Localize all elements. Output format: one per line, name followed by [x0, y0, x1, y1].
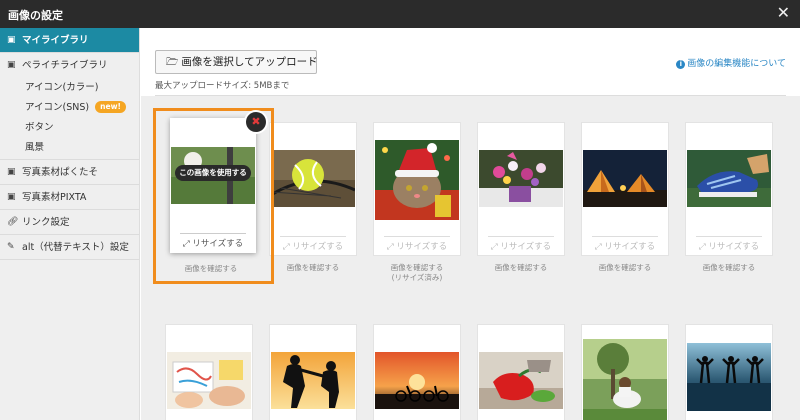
- divider: [488, 236, 554, 237]
- resize-label: リサイズする: [708, 242, 760, 252]
- confirm-image-link[interactable]: 画像を確認する: [263, 263, 363, 273]
- resize-button[interactable]: ⤢ リサイズする: [374, 240, 460, 252]
- image-card[interactable]: [581, 324, 669, 420]
- image-thumbnail[interactable]: [687, 150, 771, 207]
- sidebar-item-link-settings[interactable]: 🔗︎ リンク設定: [0, 210, 139, 235]
- sidebar-item-label: ペライチライブラリ: [22, 60, 108, 71]
- sidebar-subitem-icon-sns[interactable]: アイコン(SNS) new!: [0, 98, 139, 118]
- image-card[interactable]: [373, 324, 461, 420]
- resize-label: リサイズする: [500, 242, 552, 252]
- sidebar-item-label: マイライブラリ: [22, 35, 89, 46]
- resized-note: (リサイズ済み): [391, 273, 443, 282]
- image-thumbnail[interactable]: [479, 352, 563, 409]
- sidebar-subitem-label: ボタン: [25, 122, 54, 133]
- divider: [280, 236, 346, 237]
- image-card[interactable]: [477, 324, 565, 420]
- confirm-image-link[interactable]: 画像を確認する: [575, 263, 675, 273]
- sidebar-item-peraichi-library[interactable]: ▣ ペライチライブラリ: [0, 53, 139, 78]
- image-card[interactable]: ⤢ リサイズする: [685, 122, 773, 256]
- resize-button[interactable]: ⤢ リサイズする: [270, 240, 356, 252]
- info-icon: i: [676, 60, 686, 69]
- sidebar: ▣ マイライブラリ ▣ ペライチライブラリ アイコン(カラー) アイコン(SNS…: [0, 28, 140, 420]
- edit-feature-link-label: 画像の編集機能について: [687, 59, 786, 69]
- sidebar-subitem-label: 風景: [25, 142, 45, 153]
- pencil-icon: ✎: [7, 242, 15, 252]
- image-icon: ▣: [7, 35, 16, 45]
- sidebar-item-alt-settings[interactable]: ✎ alt（代替テキスト）設定: [0, 235, 139, 260]
- divider: [180, 233, 246, 234]
- new-badge: new!: [95, 101, 126, 113]
- image-thumbnail[interactable]: この画像を使用する: [171, 147, 255, 204]
- confirm-image-link[interactable]: 画像を確認する: [161, 263, 261, 274]
- image-icon: ▣: [7, 167, 16, 177]
- image-thumbnail[interactable]: [271, 352, 355, 409]
- divider: [592, 236, 658, 237]
- sidebar-subitem-scenery[interactable]: 風景: [0, 138, 139, 160]
- selected-image-card[interactable]: この画像を使用する ⤢ リサイズする: [170, 118, 256, 253]
- sidebar-item-my-library[interactable]: ▣ マイライブラリ: [0, 28, 139, 53]
- confirm-image-link[interactable]: 画像を確認する: [679, 263, 779, 273]
- image-thumbnail[interactable]: [583, 339, 667, 420]
- divider: [696, 236, 762, 237]
- image-thumbnail[interactable]: [375, 352, 459, 409]
- image-grid: ⤢ リサイズする 画像を確認する ⤢ リサイズする 画像を確認する (リサイズ済…: [141, 96, 800, 420]
- image-card[interactable]: [685, 324, 773, 420]
- delete-icon[interactable]: ✖: [246, 112, 266, 132]
- resize-label: リサイズする: [192, 239, 244, 249]
- resize-button[interactable]: ⤢ リサイズする: [170, 237, 256, 249]
- sidebar-item-label: リンク設定: [22, 217, 70, 228]
- image-thumbnail[interactable]: [167, 352, 251, 409]
- sidebar-item-label: 写真素材PIXTA: [22, 192, 87, 203]
- main-panel: 🗁 画像を選択してアップロード 最大アップロードサイズ: 5MBまで i 画像の編集…: [141, 28, 800, 420]
- sidebar-item-pixta[interactable]: ▣ 写真素材PIXTA: [0, 185, 139, 210]
- use-image-button[interactable]: この画像を使用する: [175, 165, 251, 181]
- resize-button[interactable]: ⤢ リサイズする: [478, 240, 564, 252]
- max-upload-size: 最大アップロードサイズ: 5MBまで: [155, 81, 290, 91]
- sidebar-subitem-icon-color[interactable]: アイコン(カラー): [0, 78, 139, 98]
- close-icon[interactable]: ✕: [777, 3, 790, 22]
- link-icon: 🔗︎: [7, 217, 19, 227]
- resize-button[interactable]: ⤢ リサイズする: [582, 240, 668, 252]
- confirm-image-link[interactable]: 画像を確認する: [367, 263, 467, 273]
- resize-label: リサイズする: [604, 242, 656, 252]
- dialog-titlebar: 画像の設定 ✕: [0, 0, 800, 28]
- image-thumbnail[interactable]: [375, 140, 459, 220]
- image-card[interactable]: [269, 324, 357, 420]
- sidebar-item-label: alt（代替テキスト）設定: [22, 242, 129, 253]
- image-card[interactable]: ⤢ リサイズする: [581, 122, 669, 256]
- image-card[interactable]: [165, 324, 253, 420]
- resize-label: リサイズする: [292, 242, 344, 252]
- upload-button[interactable]: 🗁 画像を選択してアップロード: [155, 50, 318, 74]
- image-card[interactable]: ⤢ リサイズする: [373, 122, 461, 256]
- dialog-title: 画像の設定: [8, 9, 63, 22]
- sidebar-item-label: 写真素材ぱくたそ: [22, 167, 99, 178]
- resize-button[interactable]: ⤢ リサイズする: [686, 240, 772, 252]
- image-icon: ▣: [7, 192, 16, 202]
- image-thumbnail[interactable]: [271, 150, 355, 207]
- resize-label: リサイズする: [396, 242, 448, 252]
- image-thumbnail[interactable]: [479, 150, 563, 207]
- image-thumbnail[interactable]: [583, 150, 667, 207]
- image-card[interactable]: ⤢ リサイズする: [269, 122, 357, 256]
- image-icon: ▣: [7, 60, 16, 70]
- upload-button-label: 画像を選択してアップロード: [181, 56, 318, 68]
- sidebar-subitem-label: アイコン(SNS): [25, 102, 90, 113]
- divider: [384, 236, 450, 237]
- sidebar-subitem-label: アイコン(カラー): [25, 82, 99, 93]
- sidebar-subitem-button[interactable]: ボタン: [0, 118, 139, 138]
- image-thumbnail[interactable]: [687, 343, 771, 411]
- image-card[interactable]: ⤢ リサイズする: [477, 122, 565, 256]
- sidebar-item-pakutaso[interactable]: ▣ 写真素材ぱくたそ: [0, 160, 139, 185]
- confirm-image-link[interactable]: 画像を確認する: [471, 263, 571, 273]
- edit-feature-link[interactable]: i 画像の編集機能について: [676, 56, 786, 69]
- folder-icon: 🗁: [166, 57, 179, 68]
